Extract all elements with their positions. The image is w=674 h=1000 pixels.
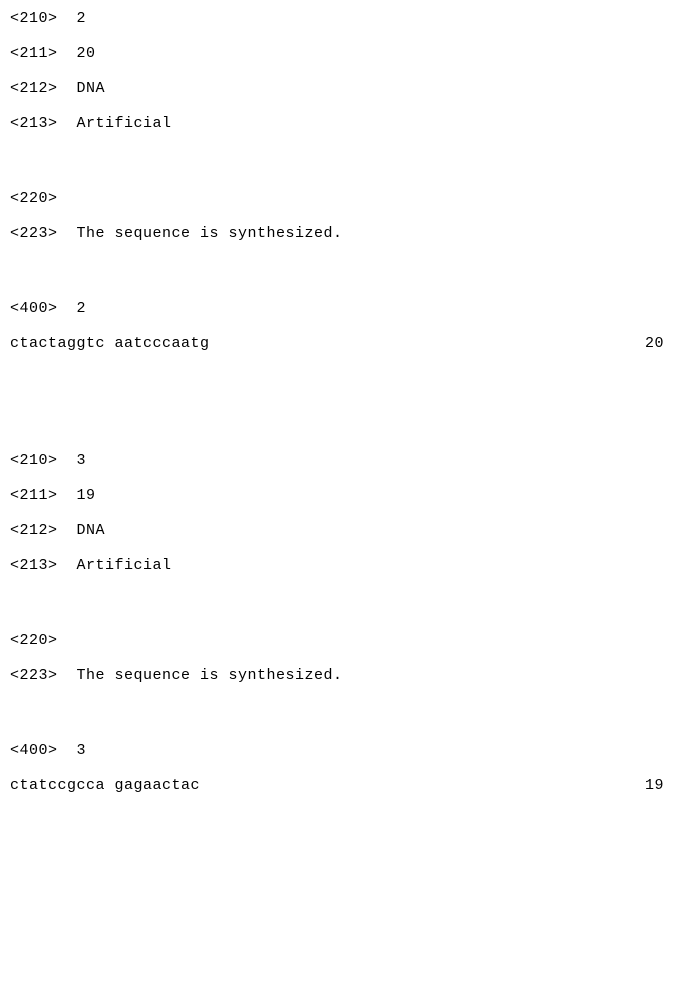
sequence-length: 19 [645,777,664,794]
sequence-entry: <210> 2 <211> 20 <212> DNA <213> Artific… [10,10,664,352]
field-tag: <400> [10,300,77,317]
field-tag: <212> [10,522,77,539]
field-213: <213> Artificial [10,115,664,132]
field-210: <210> 2 [10,10,664,27]
field-tag: <210> [10,452,77,469]
field-value: DNA [77,80,106,97]
field-400: <400> 2 [10,300,664,317]
field-tag: <212> [10,80,77,97]
field-tag: <211> [10,487,77,504]
field-tag: <220> [10,190,58,207]
field-400: <400> 3 [10,742,664,759]
field-value: 20 [77,45,96,62]
field-value: DNA [77,522,106,539]
sequence-data: ctactaggtc aatcccaatg [10,335,210,352]
field-223: <223> The sequence is synthesized. [10,225,664,242]
field-tag: <223> [10,225,77,242]
field-210: <210> 3 [10,452,664,469]
field-220: <220> [10,632,664,649]
field-value: Artificial [77,115,172,132]
field-value: 3 [77,452,87,469]
sequence-entry: <210> 3 <211> 19 <212> DNA <213> Artific… [10,452,664,794]
field-220: <220> [10,190,664,207]
field-value: The sequence is synthesized. [77,667,343,684]
field-value: 3 [77,742,87,759]
field-tag: <211> [10,45,77,62]
sequence-length: 20 [645,335,664,352]
field-tag: <223> [10,667,77,684]
field-tag: <210> [10,10,77,27]
field-value: Artificial [77,557,172,574]
field-tag: <400> [10,742,77,759]
field-223: <223> The sequence is synthesized. [10,667,664,684]
sequence-data-row: ctatccgcca gagaactac 19 [10,777,664,794]
field-tag: <220> [10,632,58,649]
field-value: The sequence is synthesized. [77,225,343,242]
field-value: 2 [77,10,87,27]
field-211: <211> 20 [10,45,664,62]
sequence-data-row: ctactaggtc aatcccaatg 20 [10,335,664,352]
field-212: <212> DNA [10,80,664,97]
field-212: <212> DNA [10,522,664,539]
field-tag: <213> [10,115,77,132]
field-211: <211> 19 [10,487,664,504]
field-tag: <213> [10,557,77,574]
sequence-data: ctatccgcca gagaactac [10,777,200,794]
field-value: 19 [77,487,96,504]
field-213: <213> Artificial [10,557,664,574]
field-value: 2 [77,300,87,317]
